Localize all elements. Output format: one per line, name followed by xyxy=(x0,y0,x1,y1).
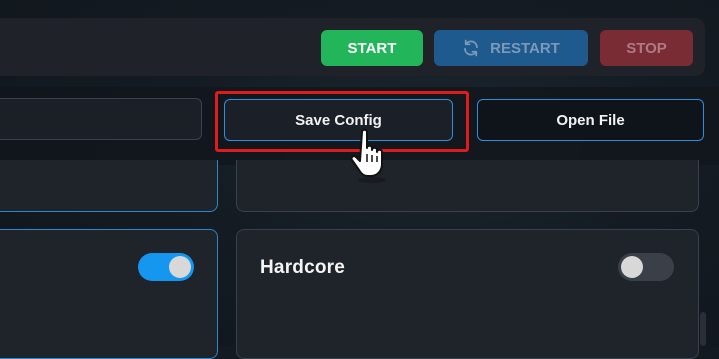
restart-button[interactable]: RESTART xyxy=(434,30,588,66)
config-field[interactable] xyxy=(0,98,202,140)
save-config-button[interactable]: Save Config xyxy=(224,99,453,141)
open-file-button[interactable]: Open File xyxy=(477,99,704,141)
hardcore-toggle[interactable] xyxy=(618,253,674,281)
save-config-label: Save Config xyxy=(295,111,382,129)
setting-toggle-on[interactable] xyxy=(138,253,194,281)
stop-button[interactable]: STOP xyxy=(600,30,693,66)
settings-panel-left-top xyxy=(0,160,218,212)
open-file-label: Open File xyxy=(556,111,625,129)
hand-pointer-icon xyxy=(346,128,396,184)
settings-panel-left xyxy=(0,229,218,359)
scrollbar[interactable] xyxy=(700,312,706,346)
hardcore-label: Hardcore xyxy=(260,257,346,278)
refresh-icon xyxy=(462,39,480,57)
settings-panel-right-top xyxy=(236,160,699,212)
stop-button-label: STOP xyxy=(626,39,667,57)
hardcore-setting-panel xyxy=(236,229,699,359)
toggle-knob xyxy=(621,256,643,278)
restart-button-label: RESTART xyxy=(490,39,560,57)
start-button[interactable]: START xyxy=(321,30,423,66)
toggle-knob xyxy=(169,256,191,278)
start-button-label: START xyxy=(347,39,397,57)
